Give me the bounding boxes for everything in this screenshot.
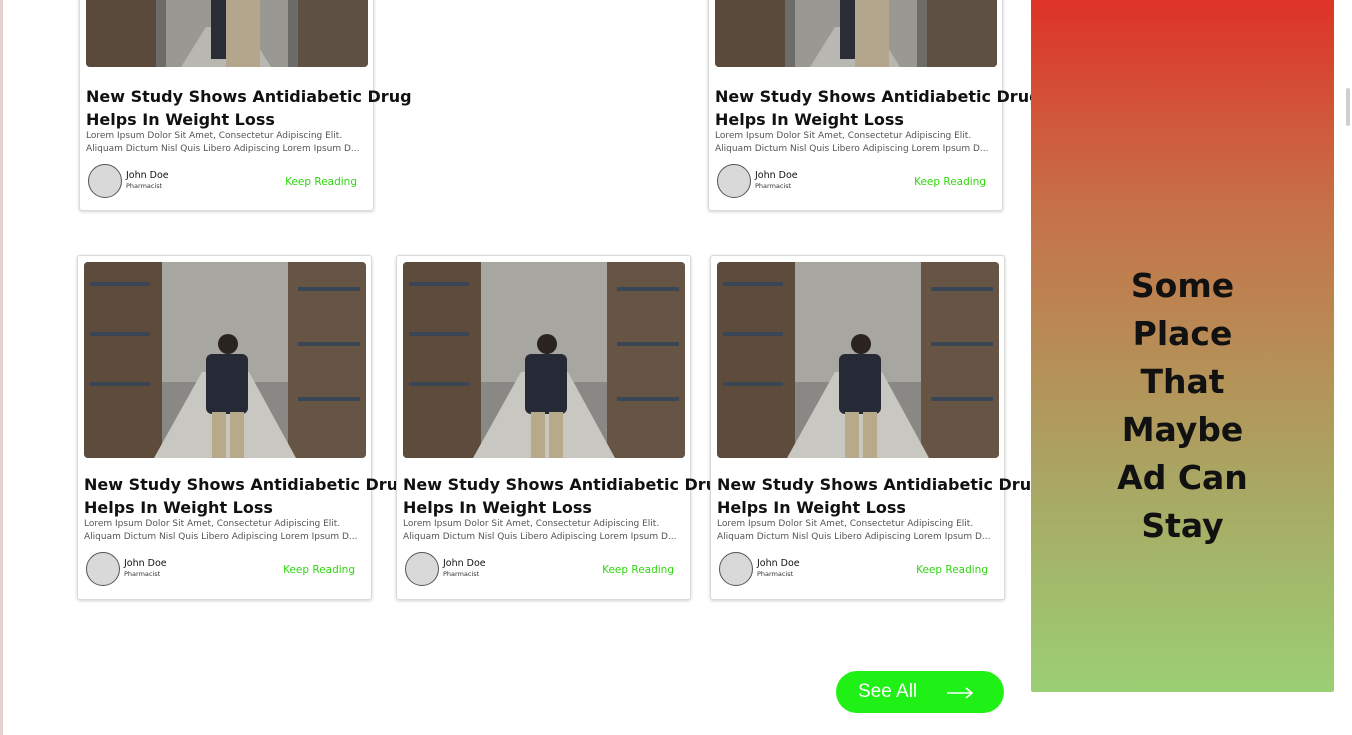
ad-text-line: That xyxy=(1140,362,1225,401)
article-description: Aliquam Dictum Nisl Quis Libero Adipisci… xyxy=(717,532,991,542)
keep-reading-link[interactable]: Keep Reading xyxy=(602,564,674,576)
keep-reading-link[interactable]: Keep Reading xyxy=(285,176,357,188)
article-image[interactable] xyxy=(84,262,366,458)
ad-text-line: Stay xyxy=(1141,506,1224,545)
article-title[interactable]: New Study Shows Antidiabetic Drug xyxy=(717,473,1043,496)
article-image[interactable] xyxy=(403,262,685,458)
author-name: John Doe xyxy=(443,558,486,569)
author-name: John Doe xyxy=(757,558,800,569)
author-avatar xyxy=(86,552,120,586)
article-description: Lorem Ipsum Dolor Sit Amet, Consectetur … xyxy=(84,519,341,529)
keep-reading-link[interactable]: Keep Reading xyxy=(283,564,355,576)
article-image[interactable] xyxy=(86,0,368,67)
ad-text: Some Place That Maybe Ad Can Stay xyxy=(1031,262,1334,550)
author-name: John Doe xyxy=(124,558,167,569)
author-role: Pharmacist xyxy=(755,182,792,190)
author-avatar xyxy=(717,164,751,198)
author-avatar xyxy=(88,164,122,198)
author-role: Pharmacist xyxy=(443,570,480,578)
article-title[interactable]: New Study Shows Antidiabetic Drug xyxy=(86,85,412,108)
article-image[interactable] xyxy=(715,0,997,67)
article-card[interactable]: New Study Shows Antidiabetic Drug Helps … xyxy=(708,0,1041,211)
article-card[interactable]: New Study Shows Antidiabetic Drug Helps … xyxy=(396,255,729,600)
article-description: Aliquam Dictum Nisl Quis Libero Adipisci… xyxy=(84,532,358,542)
keep-reading-link[interactable]: Keep Reading xyxy=(916,564,988,576)
article-title[interactable]: Helps In Weight Loss xyxy=(717,496,906,519)
article-description: Aliquam Dictum Nisl Quis Libero Adipisci… xyxy=(403,532,677,542)
author-role: Pharmacist xyxy=(124,570,161,578)
ad-text-line: Maybe xyxy=(1121,410,1244,449)
article-image[interactable] xyxy=(717,262,999,458)
article-title[interactable]: Helps In Weight Loss xyxy=(84,496,273,519)
article-title[interactable]: New Study Shows Antidiabetic Drug xyxy=(84,473,410,496)
article-title[interactable]: Helps In Weight Loss xyxy=(715,108,904,131)
left-edge-divider xyxy=(0,0,3,735)
ad-banner[interactable]: Some Place That Maybe Ad Can Stay xyxy=(1031,0,1334,692)
article-card[interactable]: New Study Shows Antidiabetic Drug Helps … xyxy=(77,255,410,600)
ad-text-line: Ad Can xyxy=(1117,458,1248,497)
see-all-label: See All xyxy=(858,681,918,702)
scrollbar-thumb[interactable] xyxy=(1346,88,1350,126)
author-role: Pharmacist xyxy=(126,182,163,190)
keep-reading-link[interactable]: Keep Reading xyxy=(914,176,986,188)
author-avatar xyxy=(405,552,439,586)
article-description: Lorem Ipsum Dolor Sit Amet, Consectetur … xyxy=(403,519,660,529)
article-title[interactable]: Helps In Weight Loss xyxy=(86,108,275,131)
article-description: Aliquam Dictum Nisl Quis Libero Adipisci… xyxy=(86,144,360,154)
author-role: Pharmacist xyxy=(757,570,794,578)
article-title[interactable]: New Study Shows Antidiabetic Drug xyxy=(403,473,729,496)
article-description: Lorem Ipsum Dolor Sit Amet, Consectetur … xyxy=(715,131,972,141)
ad-text-line: Some xyxy=(1130,266,1235,305)
author-avatar xyxy=(719,552,753,586)
see-all-button[interactable]: See All xyxy=(836,671,1004,713)
article-description: Lorem Ipsum Dolor Sit Amet, Consectetur … xyxy=(86,131,343,141)
ad-text-line: Place xyxy=(1132,314,1233,353)
article-title[interactable]: New Study Shows Antidiabetic Drug xyxy=(715,85,1041,108)
article-card[interactable]: New Study Shows Antidiabetic Drug Helps … xyxy=(79,0,412,211)
article-description: Aliquam Dictum Nisl Quis Libero Adipisci… xyxy=(715,144,989,154)
article-card[interactable]: New Study Shows Antidiabetic Drug Helps … xyxy=(710,255,1043,600)
article-description: Lorem Ipsum Dolor Sit Amet, Consectetur … xyxy=(717,519,974,529)
arrow-right-icon xyxy=(946,684,974,706)
article-title[interactable]: Helps In Weight Loss xyxy=(403,496,592,519)
author-name: John Doe xyxy=(126,170,169,181)
author-name: John Doe xyxy=(755,170,798,181)
